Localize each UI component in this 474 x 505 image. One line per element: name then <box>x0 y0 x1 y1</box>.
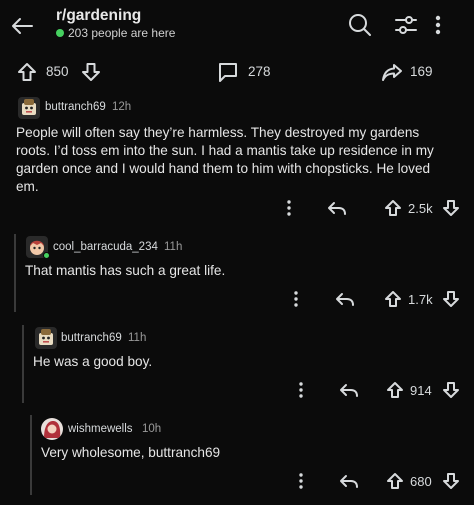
arrow-down-icon <box>443 200 459 216</box>
comment-more-button[interactable] <box>294 471 308 491</box>
comment-author[interactable]: buttranch69 <box>61 332 122 344</box>
online-count: 203 people are here <box>56 26 175 40</box>
arrow-down-icon <box>443 291 459 307</box>
avatar[interactable] <box>41 418 63 440</box>
thread-line[interactable] <box>22 325 24 403</box>
upvote-button[interactable] <box>386 380 404 400</box>
more-vertical-icon <box>294 291 298 307</box>
avatar-icon <box>35 327 57 349</box>
sliders-icon <box>395 16 417 34</box>
post-downvote-button[interactable] <box>80 61 102 83</box>
speech-bubble-icon <box>219 63 237 82</box>
comment-age: 11h <box>164 241 183 253</box>
avatar-icon <box>18 97 40 119</box>
post-share-count: 169 <box>410 64 433 79</box>
more-options-button[interactable] <box>431 11 445 39</box>
comment-more-button[interactable] <box>282 198 296 218</box>
upvote-button[interactable] <box>384 289 402 309</box>
back-button[interactable] <box>6 10 38 42</box>
reply-button[interactable] <box>338 471 360 491</box>
comment-body: People will often say they’re harmless. … <box>16 125 434 194</box>
comment-score: 914 <box>410 383 432 398</box>
thread-line[interactable] <box>14 234 16 312</box>
post-comment-count: 278 <box>248 64 271 79</box>
comment-author[interactable]: cool_barracuda_234 <box>53 241 158 253</box>
comment-author[interactable]: wishmewells <box>68 423 133 435</box>
reply-icon <box>336 293 354 306</box>
reply-icon <box>340 384 358 397</box>
online-indicator <box>43 252 50 259</box>
reply-icon <box>340 475 358 488</box>
arrow-up-icon <box>18 63 36 81</box>
comment-more-button[interactable] <box>294 380 308 400</box>
search-button[interactable] <box>346 11 374 39</box>
comment-age: 12h <box>112 101 132 113</box>
arrow-down-icon <box>443 473 459 489</box>
comment-more-button[interactable] <box>289 289 303 309</box>
more-vertical-icon <box>299 473 303 489</box>
avatar[interactable] <box>35 327 57 349</box>
arrow-down-icon <box>82 63 100 81</box>
reply-icon <box>328 202 346 215</box>
upvote-button[interactable] <box>384 198 402 218</box>
comment-age: 10h <box>142 423 162 435</box>
subreddit-title[interactable]: r/gardening <box>56 7 141 25</box>
arrow-up-icon <box>387 473 403 489</box>
arrow-left-icon <box>12 18 33 34</box>
upvote-button[interactable] <box>386 471 404 491</box>
avatar-icon <box>41 418 63 440</box>
comment-score: 1.7k <box>408 292 433 307</box>
more-vertical-icon <box>299 382 303 398</box>
filter-button[interactable] <box>392 11 420 39</box>
post-share-button[interactable] <box>380 60 404 84</box>
downvote-button[interactable] <box>442 289 460 309</box>
reply-button[interactable] <box>338 380 360 400</box>
more-vertical-icon <box>435 15 441 35</box>
post-comments-button[interactable] <box>216 60 240 84</box>
downvote-button[interactable] <box>442 198 460 218</box>
reply-button[interactable] <box>334 289 356 309</box>
comment-author[interactable]: buttranch69 <box>45 101 106 113</box>
comment-body: Very wholesome, buttranch69 <box>41 445 221 460</box>
online-indicator <box>56 29 64 37</box>
post-score: 850 <box>46 64 69 79</box>
comment-age: 11h <box>128 332 147 344</box>
comment-score: 2.5k <box>408 201 433 216</box>
arrow-up-icon <box>385 200 401 216</box>
arrow-down-icon <box>443 382 459 398</box>
search-icon <box>349 14 371 36</box>
post-upvote-button[interactable] <box>16 61 38 83</box>
reply-button[interactable] <box>326 198 348 218</box>
thread-line[interactable] <box>30 415 32 495</box>
share-arrow-icon <box>382 64 402 81</box>
avatar[interactable] <box>18 97 40 119</box>
comment-body: He was a good boy. <box>33 354 153 369</box>
arrow-up-icon <box>387 382 403 398</box>
comment-body: That mantis has such a great life. <box>25 263 226 278</box>
more-vertical-icon <box>287 200 291 216</box>
downvote-button[interactable] <box>442 471 460 491</box>
online-text: 203 people are here <box>68 26 176 40</box>
downvote-button[interactable] <box>442 380 460 400</box>
arrow-up-icon <box>385 291 401 307</box>
comment-score: 680 <box>410 474 432 489</box>
